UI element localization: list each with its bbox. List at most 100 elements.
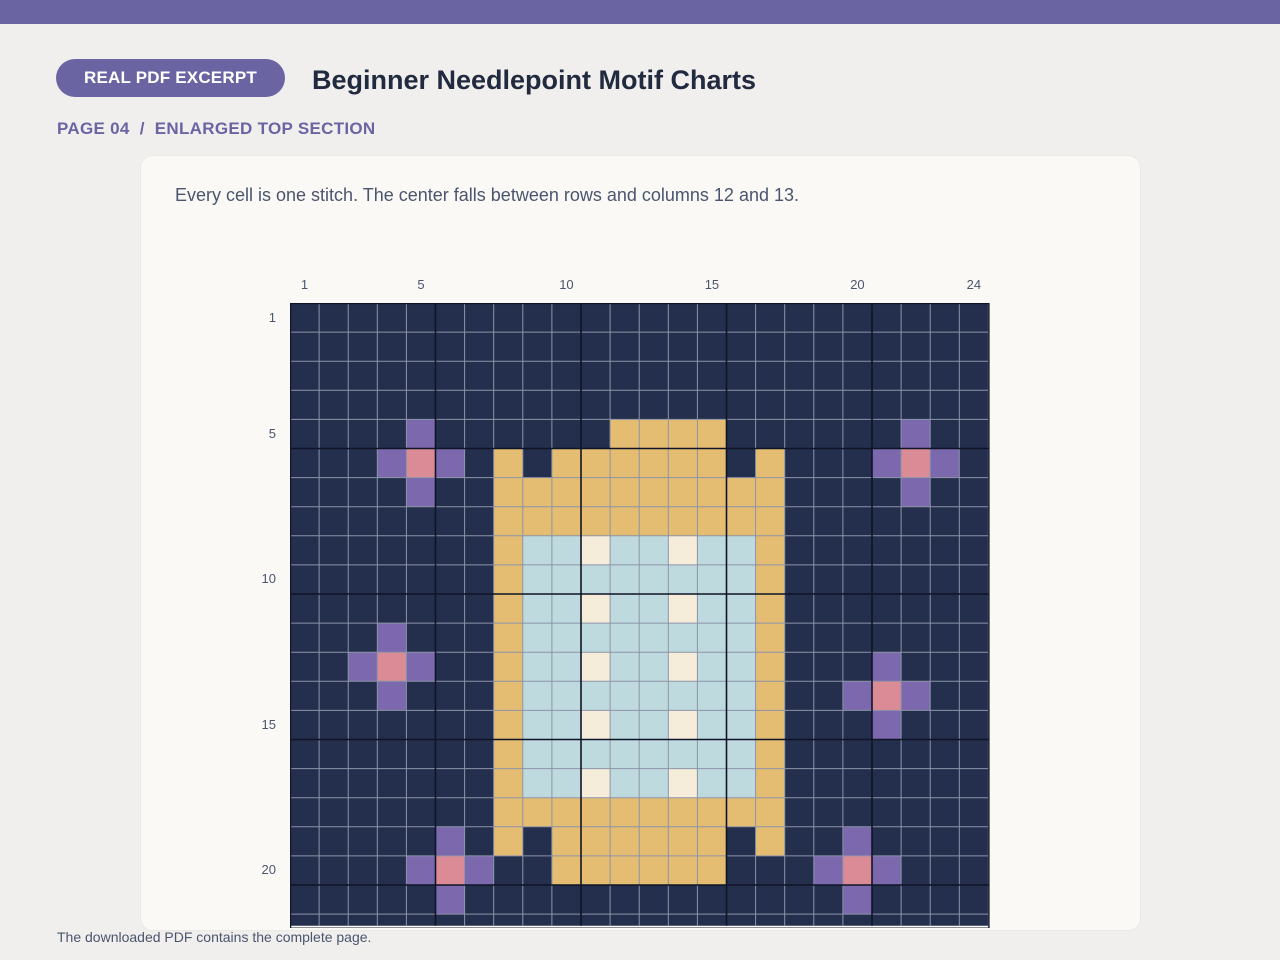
stitch-cell xyxy=(464,681,494,711)
stitch-cell xyxy=(930,303,960,333)
stitch-cell xyxy=(493,797,523,827)
stitch-cell xyxy=(551,914,581,926)
stitch-cell xyxy=(290,652,320,682)
stitch-cell xyxy=(551,477,581,507)
stitch-cell xyxy=(842,855,872,885)
stitch-cell xyxy=(493,594,523,624)
page-section-text: PAGE 04 / ENLARGED TOP SECTION xyxy=(57,119,376,138)
stitch-cell xyxy=(784,855,814,885)
stitch-cell xyxy=(813,594,843,624)
stitch-cell xyxy=(901,332,931,362)
stitch-cell xyxy=(522,914,552,926)
stitch-cell xyxy=(901,594,931,624)
stitch-cell xyxy=(290,623,320,653)
stitch-cell xyxy=(377,768,407,798)
stitch-cell xyxy=(464,855,494,885)
stitch-cell xyxy=(959,797,989,827)
stitch-cell xyxy=(726,535,756,565)
stitch-cell xyxy=(959,564,989,594)
stitch-cell xyxy=(348,361,378,391)
stitch-cell xyxy=(493,535,523,565)
stitch-cell xyxy=(697,914,727,926)
stitch-cell xyxy=(493,303,523,333)
stitch-cell xyxy=(872,303,902,333)
stitch-cell xyxy=(959,448,989,478)
stitch-cell xyxy=(901,826,931,856)
stitch-cell xyxy=(872,594,902,624)
stitch-cell xyxy=(784,652,814,682)
stitch-cell xyxy=(726,361,756,391)
stitch-cell xyxy=(755,477,785,507)
stitch-cell xyxy=(464,739,494,769)
stitch-cell xyxy=(697,681,727,711)
stitch-cell xyxy=(319,623,349,653)
stitch-cell xyxy=(464,826,494,856)
stitch-cell xyxy=(551,594,581,624)
stitch-cell xyxy=(639,448,669,478)
stitch-cell xyxy=(697,361,727,391)
stitch-cell xyxy=(522,652,552,682)
stitch-cell xyxy=(959,914,989,926)
stitch-cell xyxy=(319,477,349,507)
stitch-cell xyxy=(290,564,320,594)
stitch-cell xyxy=(872,855,902,885)
stitch-cell xyxy=(551,564,581,594)
stitch-cell xyxy=(813,419,843,449)
stitch-cell xyxy=(726,914,756,926)
stitch-cell xyxy=(639,419,669,449)
stitch-cell xyxy=(842,419,872,449)
stitch-cell xyxy=(377,797,407,827)
stitch-cell xyxy=(551,710,581,740)
stitch-cell xyxy=(755,419,785,449)
stitch-cell xyxy=(755,885,785,915)
stitch-cell xyxy=(464,506,494,536)
stitch-cell xyxy=(319,739,349,769)
stitch-cell xyxy=(435,477,465,507)
stitch-cell xyxy=(959,710,989,740)
stitch-cell xyxy=(610,826,640,856)
stitch-cell xyxy=(639,768,669,798)
stitch-cell xyxy=(290,594,320,624)
stitch-cell xyxy=(697,535,727,565)
stitch-cell xyxy=(901,797,931,827)
stitch-cell xyxy=(755,361,785,391)
stitch-cell xyxy=(435,564,465,594)
stitch-cell xyxy=(901,506,931,536)
stitch-cell xyxy=(581,710,611,740)
stitch-cell xyxy=(959,332,989,362)
stitch-cell xyxy=(784,477,814,507)
stitch-cell xyxy=(842,623,872,653)
stitch-cell xyxy=(726,448,756,478)
stitch-cell xyxy=(406,303,436,333)
stitch-cell xyxy=(610,390,640,420)
stitch-cell xyxy=(290,768,320,798)
stitch-cell xyxy=(726,623,756,653)
stitch-cell xyxy=(959,506,989,536)
stitch-cell xyxy=(435,652,465,682)
stitch-cell xyxy=(493,361,523,391)
stitch-cell xyxy=(784,448,814,478)
stitch-cell xyxy=(784,594,814,624)
stitch-cell xyxy=(348,739,378,769)
stitch-cell xyxy=(435,768,465,798)
stitch-cell xyxy=(668,361,698,391)
stitch-cell xyxy=(639,477,669,507)
stitch-cell xyxy=(319,361,349,391)
stitch-cell xyxy=(610,681,640,711)
stitch-cell xyxy=(435,506,465,536)
stitch-cell xyxy=(813,448,843,478)
stitch-cell xyxy=(959,535,989,565)
stitch-cell xyxy=(668,477,698,507)
stitch-cell xyxy=(610,768,640,798)
stitch-cell xyxy=(639,535,669,565)
stitch-cell xyxy=(901,739,931,769)
stitch-cell xyxy=(959,623,989,653)
excerpt-badge: REAL PDF EXCERPT xyxy=(56,59,285,97)
stitch-cell xyxy=(901,652,931,682)
stitch-cell xyxy=(348,652,378,682)
stitch-cell xyxy=(377,623,407,653)
stitch-cell xyxy=(842,768,872,798)
stitch-cell xyxy=(522,594,552,624)
stitch-cell xyxy=(290,506,320,536)
stitch-cell xyxy=(464,768,494,798)
